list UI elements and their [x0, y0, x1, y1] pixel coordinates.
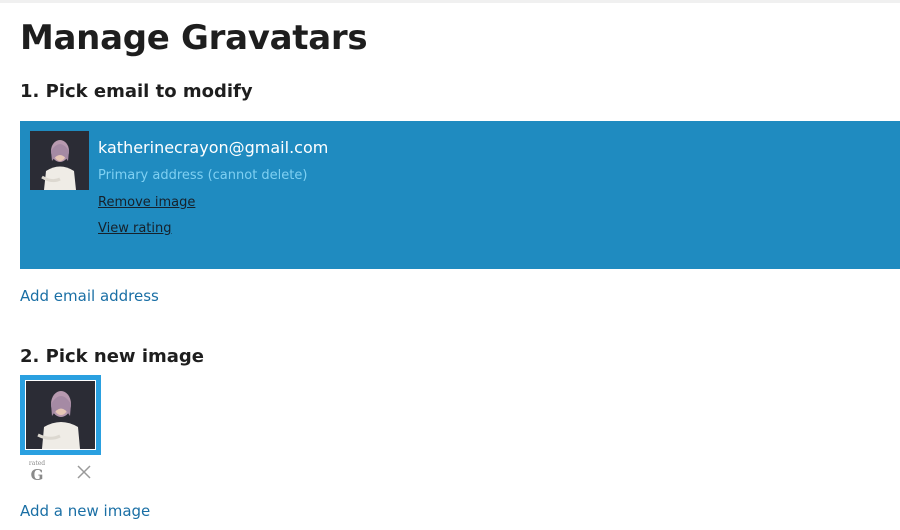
add-email-address-link[interactable]: Add email address	[20, 287, 159, 305]
avatar-photo-icon	[30, 131, 89, 190]
step1-heading: 1. Pick email to modify	[20, 81, 253, 102]
gravatar-image	[25, 380, 96, 450]
rated-g-icon[interactable]: rated G	[28, 460, 46, 484]
add-new-image-link[interactable]: Add a new image	[20, 502, 150, 520]
primary-address-note: Primary address (cannot delete)	[98, 168, 308, 183]
selected-email-card[interactable]: katherinecrayon@gmail.com Primary addres…	[20, 121, 900, 269]
gravatar-image-tile[interactable]	[20, 375, 101, 455]
step2-heading: 2. Pick new image	[20, 346, 204, 367]
gravatar-photo-icon	[26, 381, 95, 449]
top-border	[0, 0, 900, 3]
email-address: katherinecrayon@gmail.com	[98, 138, 329, 157]
delete-image-icon[interactable]	[76, 464, 92, 480]
view-rating-link[interactable]: View rating	[98, 221, 328, 236]
email-avatar	[30, 131, 89, 190]
rating-letter: G	[30, 466, 44, 484]
remove-image-link[interactable]: Remove image	[98, 195, 328, 210]
page-title: Manage Gravatars	[20, 18, 368, 58]
